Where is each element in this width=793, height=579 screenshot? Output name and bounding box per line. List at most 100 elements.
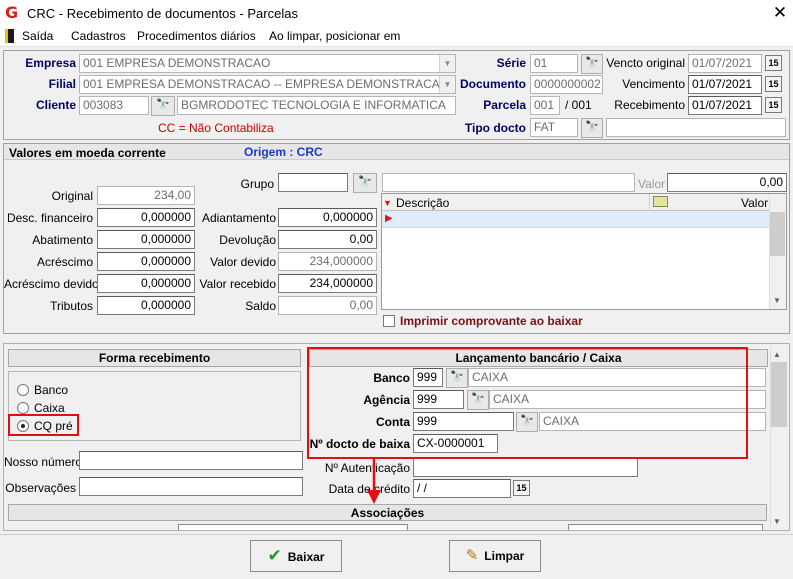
acrescimo-field[interactable]: 0,000000 [97, 252, 195, 271]
imprimir-label: Imprimir comprovante ao baixar [400, 314, 583, 328]
annotation-highlight-forma [8, 414, 79, 436]
autenticacao-field[interactable] [413, 458, 638, 477]
data-credito-field[interactable]: / / [413, 479, 511, 498]
grupo-field[interactable] [278, 173, 348, 192]
serie-field[interactable]: 01 [530, 54, 578, 73]
vencimento-field[interactable]: 01/07/2021 [688, 75, 762, 94]
empresa-select[interactable]: 001 EMPRESA DEMONSTRACAO ▼ [79, 54, 456, 73]
sort-down-icon: ▼ [383, 198, 392, 208]
tipo-desc-field [606, 118, 786, 137]
valor-devido-field: 234,000000 [278, 252, 377, 271]
calendar-icon[interactable]: 15 [765, 76, 782, 92]
recebimento-field[interactable]: 01/07/2021 [688, 96, 762, 115]
original-label: Original [51, 189, 93, 203]
valores-title: Valores em moeda corrente [9, 146, 166, 160]
menu-bar: Saída Cadastros Procedimentos diários Ao… [0, 27, 793, 47]
valor-recebido-label: Valor recebido [199, 277, 277, 291]
documento-field[interactable]: 0000000002 [530, 75, 603, 94]
saldo-label: Saldo [245, 299, 276, 313]
chevron-down-icon: ▼ [439, 76, 455, 93]
parcela-field[interactable]: 001 [530, 96, 560, 115]
binoculars-icon: 🔭 [156, 99, 170, 111]
observacoes-label: Observações [5, 481, 76, 495]
binoculars-icon: 🔭 [585, 121, 599, 133]
baixar-button[interactable]: ✔ Baixar [250, 540, 342, 572]
acrescimo-devido-field[interactable]: 0,000000 [97, 274, 195, 293]
adiantamento-field[interactable]: 0,000000 [278, 208, 377, 227]
filial-label: Filial [48, 77, 76, 91]
devolucao-label: Devolução [219, 233, 276, 247]
radio-caixa-label: Caixa [34, 401, 65, 415]
cliente-label: Cliente [35, 98, 76, 112]
desc-financeiro-label: Desc. financeiro [6, 211, 93, 225]
menu-ao-limpar[interactable]: Ao limpar, posicionar em [269, 29, 400, 43]
grupo-desc-field [382, 173, 635, 192]
tributos-field[interactable]: 0,000000 [97, 296, 195, 315]
valor-label: Valor [638, 177, 666, 191]
associacoes-content [8, 522, 767, 530]
original-field: 234,00 [97, 186, 195, 205]
associacoes-header: Associações [8, 504, 767, 521]
grid-scroll-thumb[interactable] [770, 212, 785, 256]
grupo-search-button[interactable]: 🔭 [353, 173, 377, 193]
app-logo-icon: G [5, 3, 19, 22]
binoculars-icon: 🔭 [358, 176, 372, 188]
window-title: CRC - Recebimento de documentos - Parcel… [27, 6, 298, 21]
cliente-code-field[interactable]: 003083 [79, 96, 149, 115]
nosso-numero-label: Nosso número [4, 455, 83, 469]
chevron-down-icon[interactable]: ▼ [773, 296, 781, 305]
checkmark-icon: ✔ [267, 546, 282, 565]
vencto-original-field: 01/07/2021 [688, 54, 762, 73]
limpar-button[interactable]: ✎ Limpar [449, 540, 541, 572]
recebimento-label: Recebimento [614, 98, 685, 112]
valor-recebido-field[interactable]: 234,000000 [278, 274, 377, 293]
origem-label: Origem : CRC [244, 145, 323, 159]
imprimir-checkbox[interactable] [383, 315, 395, 327]
money-icon [653, 196, 668, 207]
exit-door-icon [5, 29, 14, 43]
cliente-name-field: BGMRODOTEC TECNOLOGIA E INFORMATICA [177, 96, 456, 115]
calendar-icon[interactable]: 15 [765, 55, 782, 71]
acrescimo-label: Acréscimo [36, 255, 93, 269]
tributos-label: Tributos [50, 299, 93, 313]
abatimento-label: Abatimento [32, 233, 93, 247]
annotation-arrow-icon [367, 457, 381, 504]
radio-caixa[interactable] [17, 402, 29, 414]
limpar-label: Limpar [484, 549, 525, 563]
baixar-label: Baixar [287, 550, 325, 564]
abatimento-field[interactable]: 0,000000 [97, 230, 195, 249]
nosso-numero-field[interactable] [79, 451, 303, 470]
radio-banco[interactable] [17, 384, 29, 396]
calendar-icon[interactable]: 15 [765, 97, 782, 113]
close-icon[interactable]: ✕ [770, 3, 790, 23]
valor-field[interactable]: 0,00 [667, 173, 787, 192]
desc-financeiro-field[interactable]: 0,000000 [97, 208, 195, 227]
binoculars-icon: 🔭 [585, 57, 599, 69]
chevron-up-icon[interactable]: ▲ [773, 350, 781, 359]
data-credito-label: Data de crédito [328, 482, 410, 496]
valor-devido-label: Valor devido [210, 255, 276, 269]
filial-select[interactable]: 001 EMPRESA DEMONSTRACAO -- EMPRESA DEMO… [79, 75, 456, 94]
chevron-down-icon[interactable]: ▼ [773, 517, 781, 526]
tipo-docto-label: Tipo docto [464, 121, 526, 135]
calendar-icon[interactable]: 15 [513, 480, 530, 496]
tipo-search-button[interactable]: 🔭 [581, 118, 603, 138]
cliente-search-button[interactable]: 🔭 [151, 96, 175, 116]
table-row[interactable] [382, 211, 769, 228]
parcela-label: Parcela [483, 98, 526, 112]
tipo-docto-field[interactable]: FAT [530, 118, 578, 137]
observacoes-field[interactable] [79, 477, 303, 496]
grid-col-valor[interactable]: Valor [741, 196, 768, 210]
lower-scroll-thumb[interactable] [771, 362, 787, 427]
devolucao-field[interactable]: 0,00 [278, 230, 377, 249]
menu-cadastros[interactable]: Cadastros [71, 29, 126, 43]
menu-saida[interactable]: Saída [22, 29, 53, 43]
button-bar [0, 534, 793, 579]
autenticacao-label: Nº Autenticação [324, 461, 410, 475]
serie-label: Série [496, 56, 526, 70]
empresa-label: Empresa [25, 56, 76, 70]
acrescimo-devido-label: Acréscimo devido [4, 277, 99, 291]
grid-col-descricao[interactable]: Descrição [396, 196, 449, 210]
annotation-highlight-lancamento [307, 347, 748, 459]
menu-procedimentos[interactable]: Procedimentos diários [137, 29, 256, 43]
